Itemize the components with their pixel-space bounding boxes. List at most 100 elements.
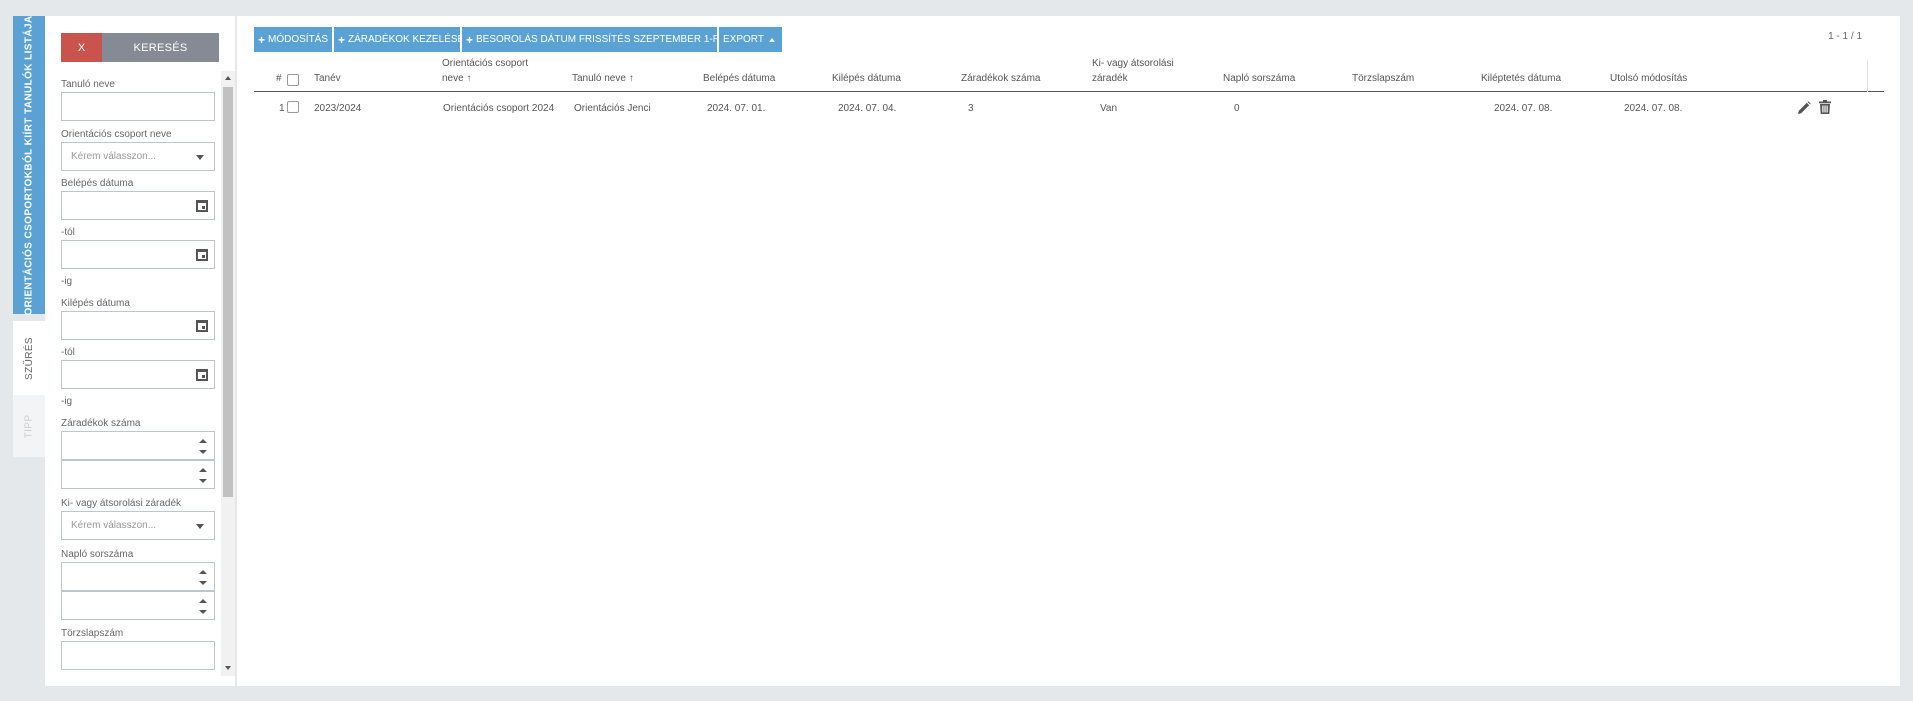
group-name-select[interactable]: Kérem válasszon... (61, 142, 215, 171)
stepper-arrows-icon[interactable] (199, 598, 207, 615)
table-row[interactable]: 1 2023/2024 Orientációs csoport 2024 Ori… (254, 95, 1884, 123)
refresh-date-label: BESOROLÁS DÁTUM FRISSÍTÉS SZEPTEMBER 1-R… (476, 34, 727, 45)
col-transfer[interactable]: Ki- vagy átsorolási záradék (1092, 56, 1174, 86)
clause-count-to-stepper[interactable] (61, 460, 215, 489)
register-number-label: Törzslapszám (61, 628, 124, 639)
plus-icon: + (338, 32, 346, 47)
col-student[interactable]: Tanuló neve ↑ (572, 71, 634, 86)
log-number-from-stepper[interactable] (61, 562, 215, 591)
exit-to-label: -ig (61, 396, 73, 407)
calendar-icon[interactable] (196, 249, 208, 261)
row-checkbox[interactable] (287, 101, 299, 113)
col-register[interactable]: Törzslapszám (1352, 71, 1414, 86)
tab-filter[interactable]: SZŰRÉS (13, 321, 45, 395)
stepper-arrows-icon[interactable] (199, 438, 207, 455)
filter-panel: X KERESÉS Tanuló neve Orientációs csopor… (45, 16, 235, 686)
col-entry[interactable]: Belépés dátuma (703, 71, 775, 86)
main-panel: + MÓDOSÍTÁS + ZÁRADÉKOK KEZELÉSE + BESOR… (237, 16, 1900, 686)
register-number-input[interactable] (61, 641, 215, 670)
student-name-input[interactable] (61, 92, 215, 121)
col-withdraw[interactable]: Kiléptetés dátuma (1481, 71, 1561, 86)
tab-student-list[interactable]: ORIENTÁCIÓS CSOPORTOKBÓL KIÍRT TANULÓK L… (13, 14, 45, 316)
search-button[interactable]: KERESÉS (102, 33, 219, 62)
side-tabs: ORIENTÁCIÓS CSOPORTOKBÓL KIÍRT TANULÓK L… (13, 14, 45, 457)
stepper-arrows-icon[interactable] (199, 569, 207, 586)
tab-tip[interactable]: TIPP (13, 395, 45, 457)
table-header: # Tanév Orientációs csoport neve ↑ Tanul… (254, 58, 1884, 92)
entry-date-from-input[interactable] (61, 191, 215, 220)
manage-clauses-button[interactable]: + ZÁRADÉKOK KEZELÉSE (334, 27, 464, 52)
sort-arrow-icon: ↑ (466, 73, 472, 84)
calendar-icon[interactable] (196, 320, 208, 332)
filter-fields: Tanuló neve Orientációs csoport neve Kér… (61, 71, 215, 676)
exit-date-to-input[interactable] (61, 360, 215, 389)
cell-clauses: 3 (968, 103, 974, 114)
col-group[interactable]: Orientációs csoport neve ↑ (442, 56, 528, 86)
transfer-clause-select[interactable]: Kérem válasszon... (61, 511, 215, 540)
cell-modified: 2024. 07. 08. (1624, 103, 1683, 114)
scrollbar-thumb[interactable] (223, 87, 233, 497)
log-number-to-stepper[interactable] (61, 591, 215, 620)
cell-transfer: Van (1100, 103, 1118, 114)
caret-up-icon (768, 37, 775, 42)
header-divider (1867, 60, 1868, 92)
cell-withdraw: 2024. 07. 08. (1494, 103, 1553, 114)
log-number-label: Napló sorszáma (61, 549, 134, 560)
export-button[interactable]: EXPORT (719, 27, 782, 52)
col-num: # (276, 73, 282, 84)
toolbar: + MÓDOSÍTÁS + ZÁRADÉKOK KEZELÉSE + BESOR… (254, 27, 782, 52)
calendar-icon[interactable] (196, 369, 208, 381)
chevron-down-icon (196, 524, 204, 529)
entry-date-to-input[interactable] (61, 240, 215, 269)
scroll-up-icon[interactable] (225, 76, 231, 80)
export-label: EXPORT (723, 34, 764, 45)
cell-log: 0 (1234, 103, 1240, 114)
modify-button[interactable]: + MÓDOSÍTÁS (254, 27, 332, 52)
refresh-date-button[interactable]: + BESOROLÁS DÁTUM FRISSÍTÉS SZEPTEMBER 1… (462, 27, 727, 52)
entry-from-label: -tól (61, 227, 75, 238)
entry-date-label: Belépés dátuma (61, 178, 134, 189)
col-group-line2: neve (442, 73, 464, 84)
group-name-placeholder: Kérem válasszon... (71, 151, 157, 162)
col-transfer-line1: Ki- vagy átsorolási (1092, 58, 1174, 69)
tab-tip-label: TIPP (23, 414, 35, 438)
stepper-arrows-icon[interactable] (199, 467, 207, 484)
scroll-down-icon[interactable] (225, 666, 231, 670)
clause-count-from-stepper[interactable] (61, 431, 215, 460)
manage-clauses-label: ZÁRADÉKOK KEZELÉSE (348, 34, 465, 45)
cell-entry: 2024. 07. 01. (707, 103, 766, 114)
trash-icon[interactable] (1819, 100, 1831, 114)
col-modified[interactable]: Utolsó módosítás (1610, 71, 1687, 86)
col-transfer-line2: záradék (1092, 73, 1128, 84)
col-log[interactable]: Napló sorszáma (1223, 71, 1295, 86)
clear-filter-button[interactable]: X (61, 33, 102, 62)
select-all-checkbox[interactable] (287, 73, 299, 88)
entry-to-label: -ig (61, 276, 73, 287)
sort-arrow-icon: ↑ (628, 73, 634, 84)
student-name-label: Tanuló neve (61, 79, 115, 90)
modify-button-label: MÓDOSÍTÁS (268, 34, 329, 45)
filter-scrollbar[interactable] (221, 71, 235, 676)
col-exit[interactable]: Kilépés dátuma (832, 71, 901, 86)
col-clauses[interactable]: Záradékok száma (961, 71, 1040, 86)
calendar-icon[interactable] (196, 200, 208, 212)
pencil-icon[interactable] (1797, 101, 1811, 115)
exit-from-label: -tól (61, 347, 75, 358)
col-group-line1: Orientációs csoport (442, 58, 529, 69)
exit-date-label: Kilépés dátuma (61, 298, 130, 309)
plus-icon: + (258, 32, 266, 47)
cell-year: 2023/2024 (314, 103, 362, 114)
plus-icon: + (466, 32, 474, 47)
exit-date-from-input[interactable] (61, 311, 215, 340)
cell-exit: 2024. 07. 04. (838, 103, 897, 114)
pagination-info: 1 - 1 / 1 (1828, 31, 1862, 42)
cell-group: Orientációs csoport 2024 (443, 103, 555, 114)
tab-student-list-label: ORIENTÁCIÓS CSOPORTOKBÓL KIÍRT TANULÓK L… (23, 14, 35, 316)
col-year[interactable]: Tanév (314, 71, 341, 86)
transfer-clause-placeholder: Kérem válasszon... (71, 520, 157, 531)
chevron-down-icon (196, 155, 204, 160)
col-student-label: Tanuló neve (572, 73, 626, 84)
clause-count-label: Záradékok száma (61, 418, 141, 429)
group-name-label: Orientációs csoport neve (61, 129, 172, 140)
cell-student: Orientációs Jenci (574, 103, 651, 114)
